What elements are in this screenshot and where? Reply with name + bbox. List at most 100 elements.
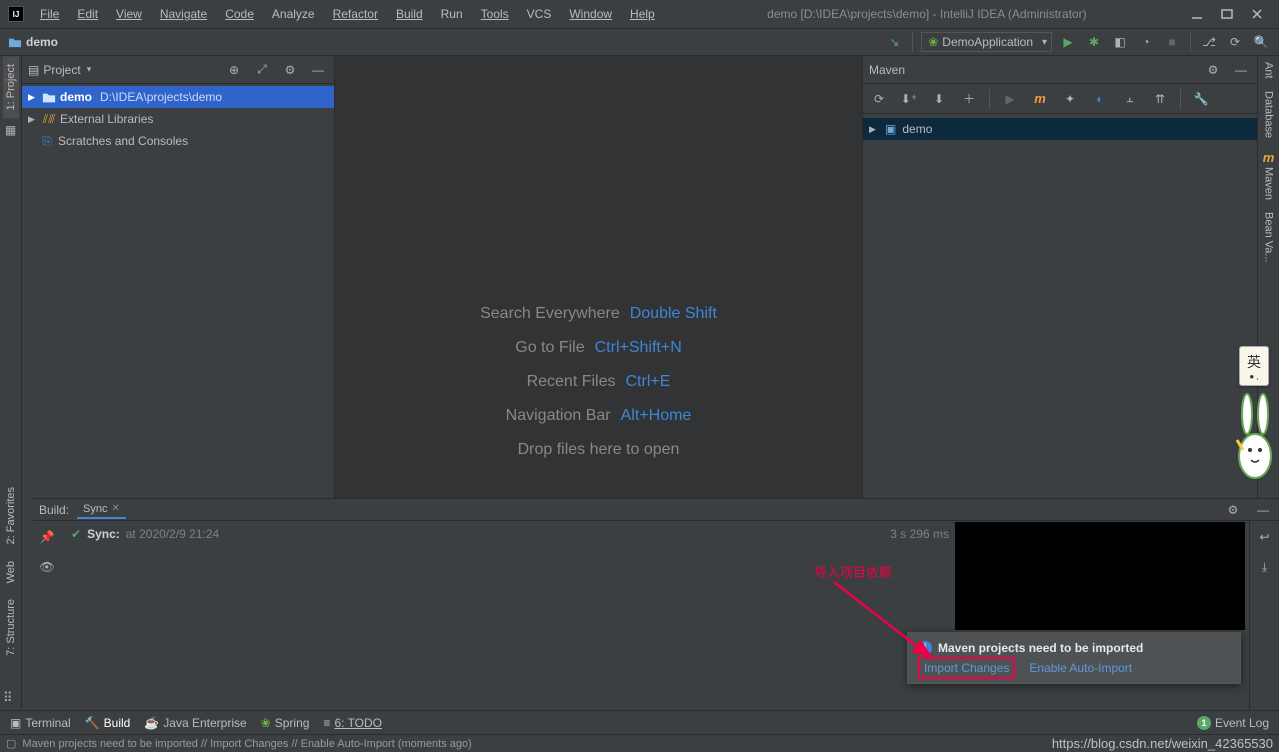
menu-run[interactable]: Run — [433, 4, 471, 24]
settings-icon[interactable]: 🔧 — [1191, 89, 1211, 109]
collapse-all-icon[interactable]: ⇈ — [1150, 89, 1170, 109]
coverage-button[interactable]: ◧ — [1110, 32, 1130, 52]
build-hammer-icon[interactable]: ↘ — [884, 32, 904, 52]
search-button[interactable]: 🔍 — [1251, 32, 1271, 52]
profile-button[interactable]: ◔ — [1136, 32, 1156, 52]
notification-popup: i Maven projects need to be imported Imp… — [907, 632, 1241, 684]
tab-java-enterprise[interactable]: ☕Java Enterprise — [144, 716, 246, 730]
pin-icon[interactable]: 📌 — [37, 527, 57, 547]
breadcrumb[interactable]: demo — [8, 35, 58, 49]
menu-build[interactable]: Build — [388, 4, 431, 24]
build-header: Build: Sync ✕ ⚙ — — [33, 499, 1279, 521]
menu-edit[interactable]: Edit — [69, 4, 106, 24]
update-button[interactable]: ⟳ — [1225, 32, 1245, 52]
maven-panel-title: Maven — [869, 63, 905, 77]
success-check-icon: ✔ — [71, 527, 81, 541]
menu-view[interactable]: View — [108, 4, 150, 24]
tab-todo[interactable]: ≡6: TODO — [323, 716, 382, 730]
spring-icon: ❀ — [261, 716, 271, 730]
main-menu: File Edit View Navigate Code Analyze Ref… — [32, 4, 663, 24]
tab-spring[interactable]: ❀Spring — [261, 716, 310, 730]
status-icon[interactable]: ▢ — [6, 737, 16, 750]
menu-refactor[interactable]: Refactor — [325, 4, 386, 24]
toggle-offline-icon[interactable]: ✦ — [1060, 89, 1080, 109]
run-maven-icon[interactable]: ▶ — [1000, 89, 1020, 109]
gear-icon[interactable]: ⚙ — [1223, 500, 1243, 520]
menu-code[interactable]: Code — [217, 4, 262, 24]
menu-file[interactable]: File — [32, 4, 67, 24]
gutter-tab-maven[interactable]: mMaven — [1261, 144, 1277, 206]
git-button[interactable]: ⎇ — [1199, 32, 1219, 52]
hint-recent-files: Recent FilesCtrl+E — [527, 373, 671, 391]
gutter-project-icon[interactable]: ▦ — [3, 122, 19, 138]
project-icon: ▤ — [28, 63, 39, 77]
chevron-right-icon[interactable]: ▶ — [28, 92, 38, 103]
folder-icon — [42, 90, 56, 104]
gutter-tab-project[interactable]: 1: Project — [3, 56, 19, 118]
tab-event-log[interactable]: 1Event Log — [1197, 716, 1269, 730]
menu-navigate[interactable]: Navigate — [152, 4, 215, 24]
gutter-tab-web[interactable]: Web — [3, 553, 19, 591]
download-icon[interactable]: ⬇ — [929, 89, 949, 109]
show-dependencies-icon[interactable]: ⫠ — [1120, 89, 1140, 109]
menu-help[interactable]: Help — [622, 4, 663, 24]
library-icon: ⫽⫻ — [42, 112, 56, 126]
build-tab-sync[interactable]: Sync ✕ — [77, 501, 126, 519]
close-button[interactable] — [1251, 8, 1263, 20]
gutter-tab-structure[interactable]: 7: Structure — [3, 591, 19, 664]
add-icon[interactable]: ＋ — [959, 89, 979, 109]
maximize-button[interactable] — [1221, 8, 1233, 20]
ime-indicator[interactable]: 英 ● , — [1239, 346, 1269, 386]
locate-icon[interactable]: ⊕ — [224, 60, 244, 80]
import-changes-link[interactable]: Import Changes — [918, 657, 1015, 679]
gutter-menu-icon[interactable]: ⠿ — [3, 690, 19, 706]
tree-root-demo[interactable]: ▶ demo D:\IDEA\projects\demo — [22, 86, 334, 108]
execute-goal-icon[interactable]: m — [1030, 89, 1050, 109]
scroll-end-icon[interactable]: ⤓ — [1255, 557, 1275, 577]
run-button[interactable]: ▶ — [1058, 32, 1078, 52]
enable-auto-import-link[interactable]: Enable Auto-Import — [1029, 661, 1132, 675]
gutter-tab-favorites[interactable]: 2: Favorites — [3, 479, 19, 552]
tree-external-libraries[interactable]: ▶ ⫽⫻ External Libraries — [22, 108, 334, 130]
status-bar: ▢ Maven projects need to be imported // … — [0, 734, 1279, 752]
chevron-right-icon[interactable]: ▶ — [869, 124, 879, 135]
gutter-tab-bean[interactable]: Bean Va... — [1261, 206, 1277, 269]
gear-icon[interactable]: ⚙ — [280, 60, 300, 80]
hide-icon[interactable]: — — [308, 60, 328, 80]
menu-vcs[interactable]: VCS — [519, 4, 560, 24]
toggle-skip-tests-icon[interactable]: ◐ — [1090, 89, 1110, 109]
tab-terminal[interactable]: ▣Terminal — [10, 716, 71, 730]
scratches-icon: ⎘ — [40, 134, 54, 148]
eye-icon[interactable]: 👁 — [37, 557, 57, 577]
reimport-icon[interactable]: ⟳ — [869, 89, 889, 109]
mascot-icon — [1233, 388, 1277, 484]
maven-panel-header: Maven ⚙ — — [863, 56, 1257, 84]
build-output-console[interactable] — [955, 522, 1245, 630]
maven-root-demo[interactable]: ▶ ▣ demo — [863, 118, 1257, 140]
bottom-tool-bar: ▣Terminal 🔨Build ☕Java Enterprise ❀Sprin… — [0, 710, 1279, 734]
gutter-tab-database[interactable]: Database — [1261, 85, 1277, 144]
close-tab-icon[interactable]: ✕ — [112, 503, 120, 514]
build-duration: 3 s 296 ms — [890, 527, 949, 541]
run-config-selector[interactable]: ❀ DemoApplication — [921, 32, 1052, 52]
notification-title: i Maven projects need to be imported — [918, 641, 1230, 655]
tree-scratches[interactable]: ⎘ Scratches and Consoles — [22, 130, 334, 152]
menu-analyze[interactable]: Analyze — [264, 4, 323, 24]
generate-sources-icon[interactable]: ⬇⁺ — [899, 89, 919, 109]
hide-icon[interactable]: — — [1253, 500, 1273, 520]
debug-button[interactable]: ✱ — [1084, 32, 1104, 52]
chevron-right-icon[interactable]: ▶ — [28, 114, 38, 125]
gear-icon[interactable]: ⚙ — [1203, 60, 1223, 80]
titlebar: File Edit View Navigate Code Analyze Ref… — [0, 0, 1279, 28]
menu-tools[interactable]: Tools — [473, 4, 517, 24]
stop-button[interactable]: ■ — [1162, 32, 1182, 52]
hide-icon[interactable]: — — [1231, 60, 1251, 80]
gutter-tab-ant[interactable]: Ant — [1261, 56, 1277, 85]
project-panel-title[interactable]: ▤ Project — [28, 63, 91, 77]
soft-wrap-icon[interactable]: ↩ — [1255, 527, 1275, 547]
tab-build[interactable]: 🔨Build — [85, 716, 131, 730]
hint-nav-bar: Navigation BarAlt+Home — [506, 407, 692, 425]
menu-window[interactable]: Window — [561, 4, 620, 24]
expand-icon[interactable]: ⤢ — [252, 60, 272, 80]
minimize-button[interactable] — [1191, 8, 1203, 20]
